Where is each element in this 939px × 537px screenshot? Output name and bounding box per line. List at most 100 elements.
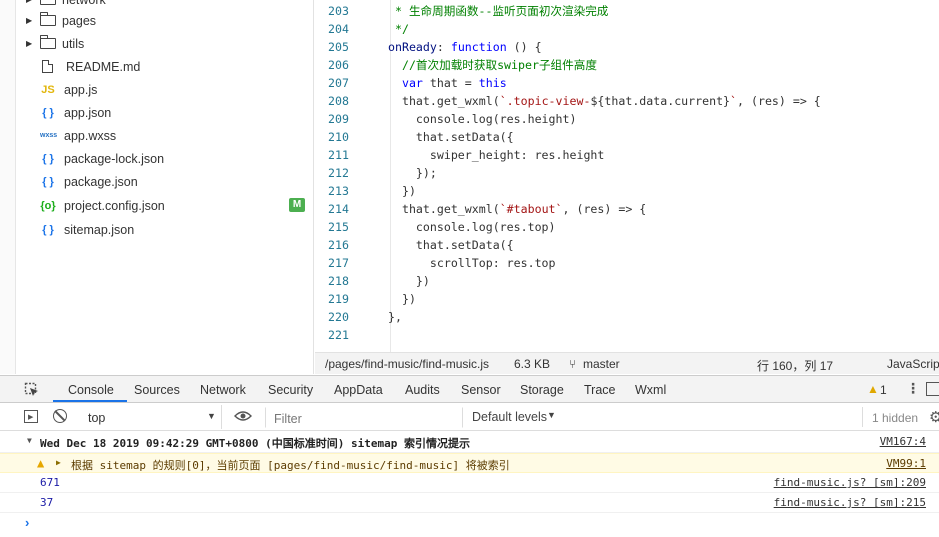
code-text: //首次加载时获取swiper子组件高度 [388,58,597,72]
message-source-link[interactable]: VM167:4 [880,435,926,448]
chevron-right-icon: ▶ [26,0,36,4]
code-line[interactable]: 220}, [315,308,939,326]
tab-audits[interactable]: Audits [405,383,440,397]
file-tree: ▶ network ▶ pages ▶ utils README.md JS a… [16,0,314,374]
status-file-path[interactable]: /pages/find-music/find-music.js [325,357,489,371]
tab-storage[interactable]: Storage [520,383,564,397]
editor-workspace: ▶ network ▶ pages ▶ utils README.md JS a… [0,0,939,374]
code-line[interactable]: 214 that.get_wxml(`#tabout`, (res) => { [315,200,939,218]
settings-gear-icon[interactable]: ⚙ [929,408,939,426]
code-text: that.setData({ [388,130,514,144]
context-selector-value: top [88,411,106,425]
warning-count[interactable]: 1 [880,383,887,397]
warning-icon: ▲ [37,456,45,470]
code-line[interactable]: 217 scrollTop: res.top [315,254,939,272]
tab-sensor[interactable]: Sensor [461,383,501,397]
line-number: 211 [328,148,349,162]
code-text: }) [388,184,416,198]
code-line[interactable]: 206 //首次加载时获取swiper子组件高度 [315,56,939,74]
code-line[interactable]: 216 that.setData({ [315,236,939,254]
tree-folder-pages[interactable]: ▶ pages [16,9,313,32]
message-source-link[interactable]: VM99:1 [886,457,926,470]
tree-file-app-js[interactable]: JS app.js [16,78,313,101]
message-text: Wed Dec 18 2019 09:42:29 GMT+0800 (中国标准时… [40,437,471,450]
tree-file-project-config-json[interactable]: {o} project.config.json M [16,194,313,217]
code-line[interactable]: 204 */ [315,20,939,38]
eye-icon[interactable] [234,409,252,423]
dock-icon[interactable] [926,382,939,396]
code-text: that.get_wxml(`#tabout`, (res) => { [388,202,647,216]
code-line[interactable]: 215 console.log(res.top) [315,218,939,236]
console-log-message: 37 find-music.js? [sm]:215 [0,493,939,513]
tree-item-label: network [62,0,106,7]
line-number: 206 [328,58,349,72]
status-git-branch[interactable]: master [583,357,620,371]
line-number: 204 [328,22,349,36]
tab-sources[interactable]: Sources [134,383,180,397]
tab-trace[interactable]: Trace [584,383,616,397]
code-line[interactable]: 209 console.log(res.height) [315,110,939,128]
message-source-link[interactable]: find-music.js? [sm]:209 [774,476,926,489]
tab-appdata[interactable]: AppData [334,383,383,397]
tree-item-label: app.wxss [64,128,117,143]
warning-icon[interactable]: ▲ [867,382,879,396]
code-line[interactable]: 203 * 生命周期函数--监听页面初次渲染完成 [315,2,939,20]
tree-file-package-json[interactable]: { } package.json [16,170,313,193]
tree-file-app-wxss[interactable]: wxss app.wxss [16,124,313,147]
tree-file-readme[interactable]: README.md [16,55,313,78]
code-line[interactable]: 210 that.setData({ [315,128,939,146]
message-source-link[interactable]: find-music.js? [sm]:215 [774,496,926,509]
code-text: onReady: function () { [388,40,542,54]
tree-file-sitemap-json[interactable]: { } sitemap.json [16,218,313,241]
tab-wxml[interactable]: Wxml [635,383,666,397]
line-number: 203 [328,4,349,18]
code-editor[interactable]: 203 * 生命周期函数--监听页面初次渲染完成 204 */205 onReady… [315,0,939,352]
status-cursor-position[interactable]: 行 160，列 17 [757,357,833,374]
code-line[interactable]: 218 }) [315,272,939,290]
git-modified-badge: M [289,198,305,212]
more-options-icon[interactable]: ⋮ [906,380,920,397]
log-levels-dropdown[interactable]: Default levels [472,410,547,424]
tree-file-app-json[interactable]: { } app.json [16,101,313,124]
clear-console-icon[interactable] [53,409,67,423]
chevron-right-icon[interactable]: ▶ [56,458,61,467]
sidebar-toggle-icon[interactable]: ▶ [24,410,38,423]
code-line[interactable]: 207 var that = this [315,74,939,92]
tree-folder-utils[interactable]: ▶ utils [16,32,313,55]
console-warning-message[interactable]: ▲ ▶ 根据 sitemap 的规则[0]，当前页面 [pages/find-m… [0,453,939,473]
code-line[interactable]: 208 that.get_wxml(`.topic-view-${that.da… [315,92,939,110]
code-line[interactable]: 205 onReady: function () { [315,38,939,56]
inspect-element-icon[interactable] [24,382,39,397]
line-number: 215 [328,220,349,234]
code-text: }) [388,292,416,306]
code-line[interactable]: 212 }); [315,164,939,182]
git-branch-icon: ⑂ [569,357,577,371]
json-icon: { } [42,223,54,236]
line-number: 209 [328,112,349,126]
context-selector[interactable]: top ▼ [80,405,222,429]
chevron-down-icon[interactable]: ▼ [547,410,556,420]
tree-item-label: project.config.json [64,198,165,213]
code-line[interactable]: 219 }) [315,290,939,308]
console-group-message[interactable]: ▼ Wed Dec 18 2019 09:42:29 GMT+0800 (中国标… [0,432,939,453]
hidden-count[interactable]: 1 hidden [872,411,918,425]
code-line[interactable]: 213 }) [315,182,939,200]
tab-console[interactable]: Console [68,383,114,397]
chevron-down-icon[interactable]: ▼ [27,436,32,445]
tree-item-label: pages [62,13,97,28]
console-prompt[interactable]: › [0,513,939,535]
tree-item-label: utils [62,36,85,51]
tab-network[interactable]: Network [200,383,246,397]
status-language[interactable]: JavaScript [887,357,939,371]
message-text: 37 [40,496,54,509]
code-line[interactable]: 211 swiper_height: res.height [315,146,939,164]
code-line[interactable]: 221 [315,326,939,344]
active-tab-indicator [53,400,127,402]
console-log-message: 671 find-music.js? [sm]:209 [0,473,939,493]
devtools-panel: Console Sources Network Security AppData… [0,375,939,537]
config-icon: {o} [40,199,56,212]
tree-file-package-lock-json[interactable]: { } package-lock.json [16,147,313,170]
tab-security[interactable]: Security [268,383,313,397]
filter-input[interactable]: Filter [265,407,463,428]
chevron-right-icon: ▶ [26,39,33,48]
